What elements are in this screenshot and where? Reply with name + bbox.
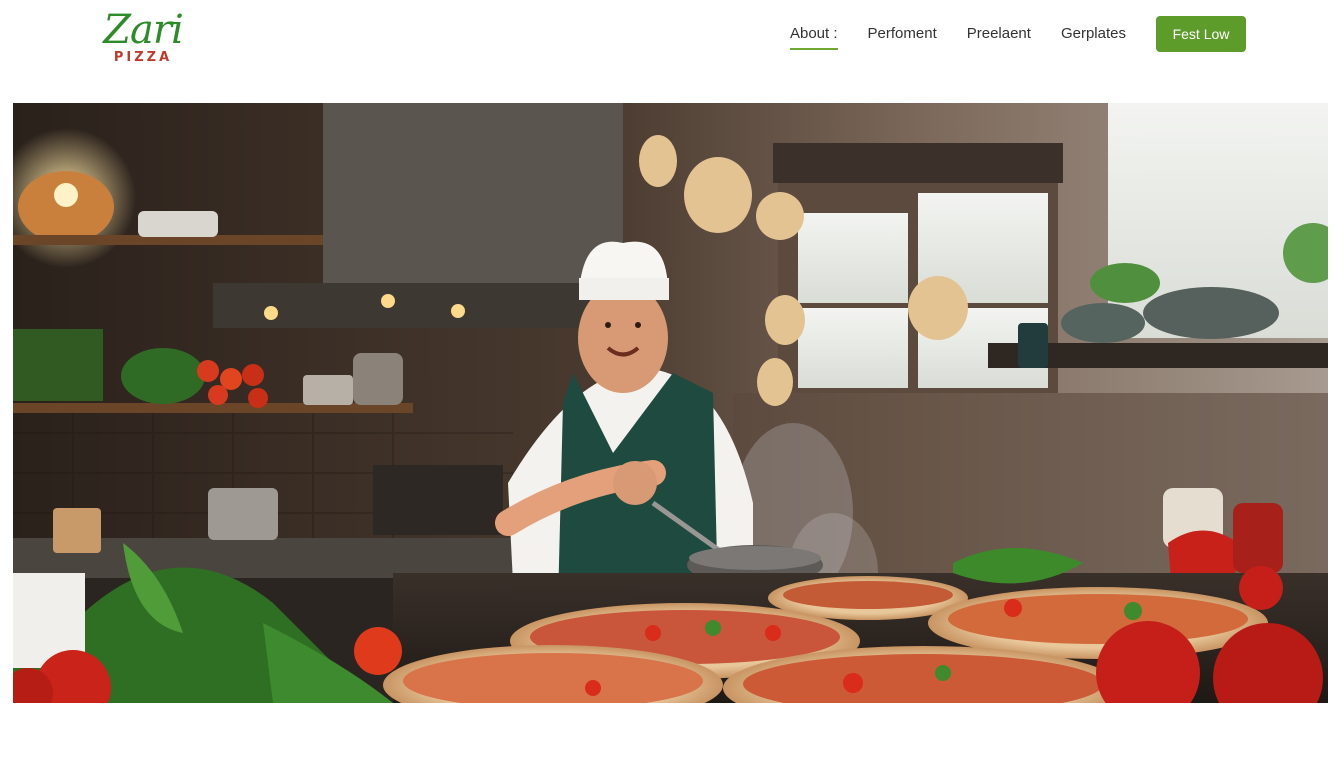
logo-wordmark: Zari xyxy=(103,7,184,53)
nav-link-perfoment[interactable]: Perfoment xyxy=(868,16,937,52)
nav-link-gerplates[interactable]: Gerplates xyxy=(1061,16,1126,52)
nav-link-preelaent[interactable]: Preelaent xyxy=(967,16,1031,52)
brand-logo[interactable]: Zari PIZZA xyxy=(98,8,188,65)
main-nav: About : Perfoment Preelaent Gerplates Fe… xyxy=(789,16,1246,52)
cta-button[interactable]: Fest Low xyxy=(1156,16,1246,52)
hero-image xyxy=(13,103,1328,703)
hero-illustration xyxy=(13,103,1328,703)
nav-link-about[interactable]: About : xyxy=(789,16,838,52)
